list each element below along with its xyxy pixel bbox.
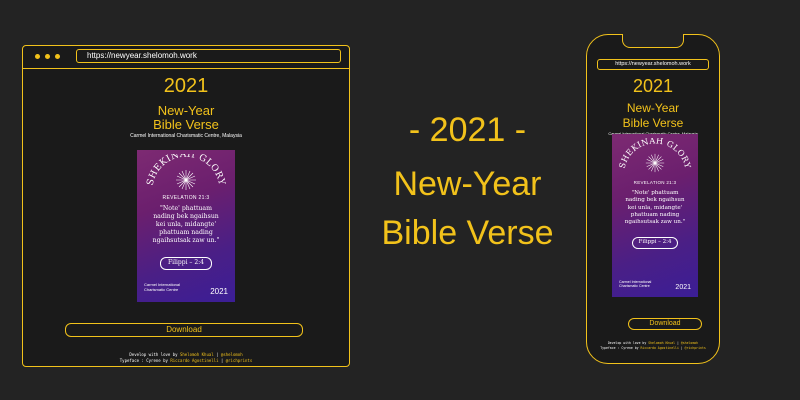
phone-author-handle-link[interactable]: @shelomoh (681, 341, 698, 345)
browser-mockup: https://newyear.shelomoh.work 2021 New-Y… (22, 45, 350, 367)
browser-toolbar: https://newyear.shelomoh.work (23, 46, 349, 69)
phone-credits: Develop with love by Shelomoh Khual | @s… (600, 341, 706, 350)
page-year: 2021 (163, 75, 209, 97)
phone-verse-text: "Note' phattuam nading bek ngaihsun kei … (624, 190, 686, 226)
verse-reference: REVELATION 21:3 (162, 195, 210, 201)
window-dot-icon[interactable] (45, 54, 50, 59)
address-bar[interactable]: https://newyear.shelomoh.work (76, 49, 341, 63)
phone-sunburst-icon (645, 153, 665, 173)
phone-address-bar[interactable]: https://newyear.shelomoh.work (597, 59, 709, 70)
poster-year: 2021 (210, 287, 228, 296)
phone-notch (622, 34, 684, 48)
hero-year: - 2021 - (408, 111, 527, 149)
sunburst-icon (176, 170, 196, 190)
phone-title-line1: New-Year (626, 101, 680, 115)
hero-title-line1: New-Year (393, 165, 542, 203)
page-title-line1: New-Year (157, 103, 215, 118)
phone-author-link[interactable]: Shelomoh Khual (648, 341, 675, 345)
window-controls (35, 54, 60, 59)
phone-title-line2: Bible Verse (622, 116, 684, 130)
window-dot-icon[interactable] (35, 54, 40, 59)
phone-typeface-author-link[interactable]: Riccardo Agostinelli (641, 346, 679, 350)
page-title-line2: Bible Verse (153, 117, 219, 132)
author-handle-link[interactable]: @shelomoh (221, 352, 243, 357)
phone-download-button[interactable]: Download (628, 318, 702, 330)
verse-citation-pill: Filippi – 2:4 (160, 257, 212, 270)
download-button[interactable]: Download (65, 323, 303, 337)
church-subtitle: Carmel International Charismatic Centre,… (130, 133, 242, 139)
verse-poster-image: SHEKINAH GLORY REVELATION 21:3 "Note' ph… (137, 150, 235, 302)
typeface-author-link[interactable]: Riccardo Agostinelli (170, 358, 218, 363)
phone-verse-reference: REVELATION 21:3 (633, 180, 677, 185)
window-dot-icon[interactable] (55, 54, 60, 59)
phone-page-year: 2021 (632, 76, 674, 96)
phone-poster-church: Carmel International Charismatic Centre (619, 280, 652, 289)
phone-poster-year: 2021 (675, 284, 691, 291)
verse-text: "Note' phattuam nading bek ngaihsun kei … (152, 205, 220, 245)
credits: Develop with love by Shelomoh Khual | @s… (119, 352, 253, 363)
typeface-handle-link[interactable]: @richprints (226, 358, 253, 363)
poster-church: Carmel International Charismatic Centre (144, 282, 181, 292)
phone-verse-poster-image: SHEKINAH GLORY REVELATION 21:3 "Note' ph… (612, 134, 698, 297)
author-link[interactable]: Shelomoh Khual (180, 352, 214, 357)
phone-typeface-handle-link[interactable]: @richprints (685, 346, 706, 350)
hero-title-line2: Bible Verse (381, 214, 554, 252)
phone-verse-citation-pill: Filippi – 2:4 (632, 237, 678, 249)
